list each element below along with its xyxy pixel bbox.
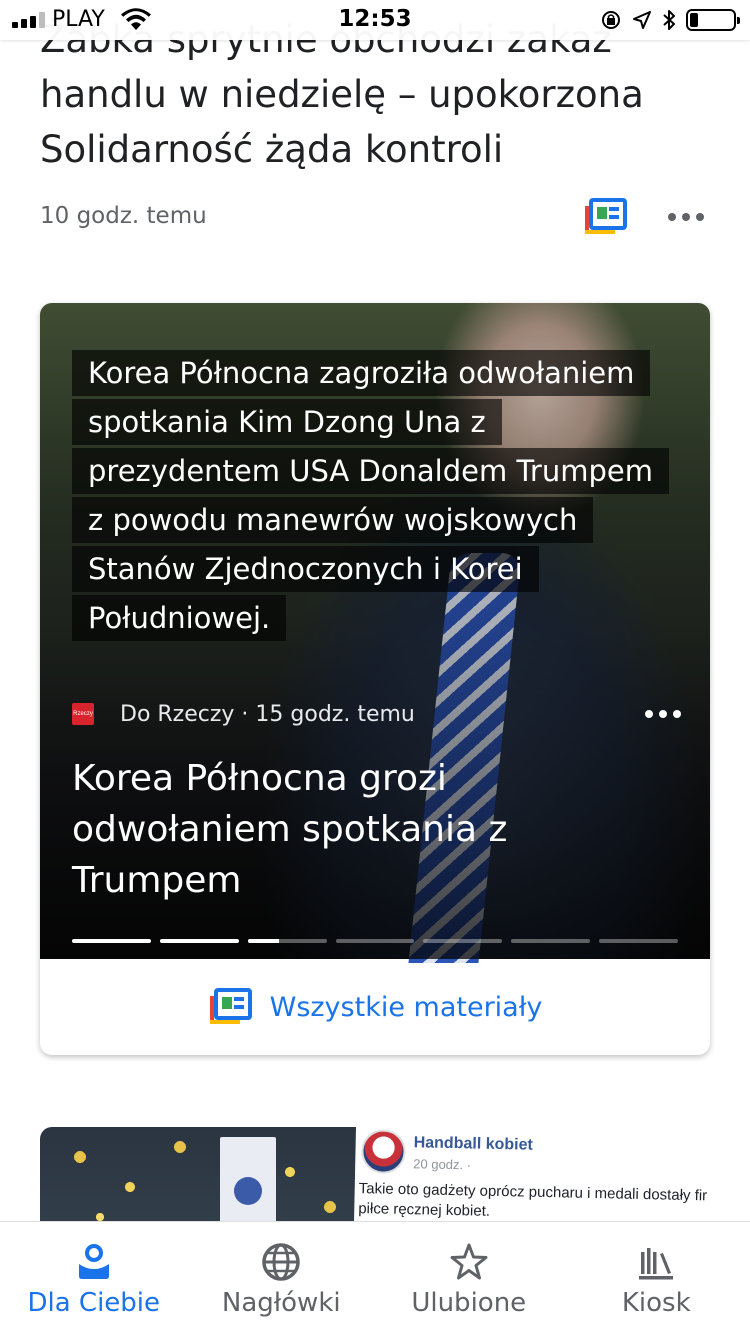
page-avatar bbox=[361, 1129, 406, 1175]
battery-icon bbox=[686, 9, 740, 31]
orientation-lock-icon bbox=[602, 11, 620, 29]
status-bar: PLAY 12:53 bbox=[0, 0, 750, 40]
story-headline[interactable]: Korea Północna grozi odwołaniem spotkani… bbox=[72, 753, 672, 906]
nav-item-headlines[interactable]: Nagłówki bbox=[188, 1222, 376, 1334]
full-coverage-button[interactable]: Wszystkie materiały bbox=[40, 959, 710, 1055]
screen: Żabka sprytnie obchodzi zakaz handlu w n… bbox=[0, 0, 750, 1334]
carousel-progress bbox=[72, 939, 679, 943]
progress-segment bbox=[335, 939, 415, 943]
globe-icon bbox=[262, 1243, 300, 1281]
progress-segment bbox=[599, 939, 679, 943]
nav-item-favorites[interactable]: Ulubione bbox=[375, 1222, 563, 1334]
nav-item-for-you[interactable]: Dla Ciebie bbox=[0, 1222, 188, 1334]
story-card[interactable]: Korea Północna zagroziła odwołaniem spot… bbox=[40, 303, 710, 1055]
more-options-icon[interactable] bbox=[668, 210, 704, 224]
location-icon bbox=[633, 11, 651, 29]
full-coverage-icon bbox=[209, 988, 252, 1024]
star-icon bbox=[450, 1243, 488, 1280]
story-source: Do Rzeczy · 15 godz. temu bbox=[120, 702, 415, 727]
full-coverage-icon[interactable] bbox=[583, 198, 627, 236]
post-text: Takie oto gadżety oprócz pucharu i medal… bbox=[358, 1180, 708, 1220]
progress-segment bbox=[247, 939, 327, 943]
card-more-options-icon[interactable] bbox=[645, 707, 681, 721]
bluetooth-icon bbox=[663, 10, 675, 30]
progress-segment bbox=[423, 939, 503, 943]
battery-level bbox=[690, 13, 699, 27]
publisher-logo-icon: Rzeczy bbox=[72, 703, 94, 725]
progress-segment bbox=[511, 939, 591, 943]
full-coverage-label: Wszystkie materiały bbox=[269, 991, 543, 1023]
story-snippet-text: Korea Północna zagroziła odwołaniem spot… bbox=[72, 350, 669, 641]
progress-segment-fill bbox=[159, 939, 239, 943]
progress-segment-fill bbox=[72, 939, 151, 943]
progress-segment-fill bbox=[247, 939, 280, 943]
progress-segment bbox=[159, 939, 239, 943]
publisher-name: Do Rzeczy bbox=[120, 701, 235, 727]
nav-label-headlines: Nagłówki bbox=[221, 1288, 341, 1318]
for-you-icon bbox=[78, 1244, 109, 1279]
story-snippet: Korea Północna zagroziła odwołaniem spot… bbox=[72, 349, 672, 643]
nav-item-newsstand[interactable]: Kiosk bbox=[563, 1222, 750, 1334]
nav-label-newsstand: Kiosk bbox=[621, 1288, 691, 1318]
post-page-name: Handball kobiet bbox=[413, 1134, 533, 1154]
newsstand-icon bbox=[639, 1248, 674, 1280]
meta-separator: · bbox=[234, 701, 256, 727]
status-icons bbox=[600, 8, 740, 32]
progress-segment bbox=[72, 939, 151, 943]
news-feed[interactable]: Żabka sprytnie obchodzi zakaz handlu w n… bbox=[0, 0, 750, 1334]
story-time: 15 godz. temu bbox=[255, 701, 415, 727]
story-source-row: Rzeczy Do Rzeczy · 15 godz. temu bbox=[72, 699, 680, 729]
nav-label-favorites: Ulubione bbox=[411, 1288, 527, 1318]
nav-label-for-you: Dla Ciebie bbox=[27, 1288, 161, 1318]
bottom-navigation: Dla Ciebie Nagłówki Ulubione Kiosk bbox=[0, 1221, 750, 1334]
post-time: 20 godz. · bbox=[413, 1156, 472, 1173]
top-story-time: 10 godz. temu bbox=[40, 203, 207, 229]
